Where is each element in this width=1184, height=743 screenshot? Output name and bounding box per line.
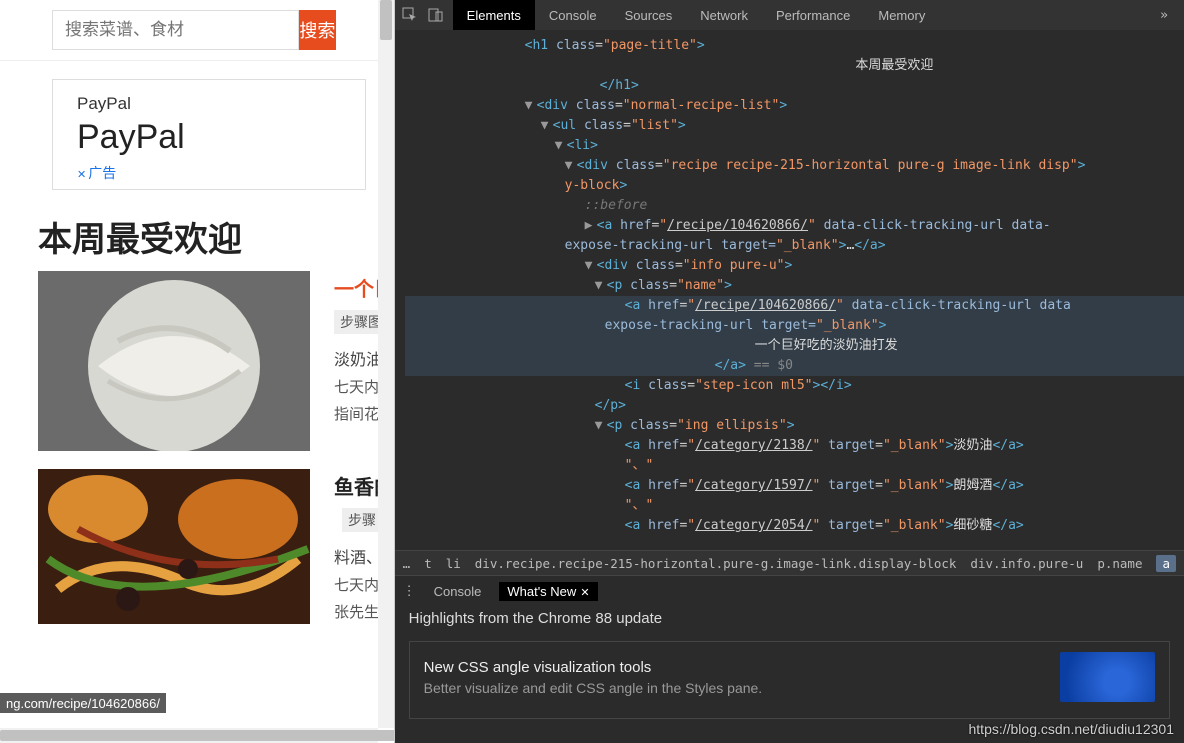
crumb[interactable]: t	[424, 556, 432, 571]
tab-sources[interactable]: Sources	[611, 0, 687, 30]
ad-brand-large: PayPal	[77, 118, 341, 157]
step-tag: 步骤	[342, 508, 382, 532]
drawer-menu-icon[interactable]: ⋮	[403, 583, 416, 599]
search-row: 搜索	[0, 0, 378, 61]
horizontal-scrollbar[interactable]	[0, 728, 378, 743]
search-input[interactable]	[52, 10, 299, 50]
tab-console[interactable]: Console	[535, 0, 611, 30]
drawer-tab-console[interactable]: Console	[426, 582, 490, 601]
crumb[interactable]: …	[403, 556, 411, 571]
devtools-panel: Elements Console Sources Network Perform…	[395, 0, 1184, 743]
more-tabs-icon[interactable]: »	[1150, 8, 1178, 23]
tab-elements[interactable]: Elements	[453, 0, 535, 30]
tab-performance[interactable]: Performance	[762, 0, 864, 30]
elements-dom-tree[interactable]: <h1 class="page-title">本周最受欢迎</h1>▼<div …	[395, 30, 1184, 550]
tab-network[interactable]: Network	[686, 0, 762, 30]
crumb[interactable]: li	[446, 556, 461, 571]
ad-tag-text: 广告	[88, 165, 116, 181]
whats-new-headline: Highlights from the Chrome 88 update	[409, 610, 1170, 627]
recipe-image[interactable]	[38, 271, 310, 451]
drawer-tabs: ⋮ Console What's New✕	[395, 576, 1184, 606]
page-title: 本周最受欢迎	[38, 212, 378, 261]
close-icon[interactable]: ✕	[580, 587, 589, 599]
crumb[interactable]: div.recipe.recipe-215-horizontal.pure-g.…	[475, 556, 957, 571]
crumb[interactable]: div.info.pure-u	[970, 556, 1083, 571]
drawer-body: Highlights from the Chrome 88 update New…	[395, 606, 1184, 729]
ad-disclosure[interactable]: ✕广告	[77, 163, 341, 183]
whats-new-card[interactable]: New CSS angle visualization tools Better…	[409, 641, 1170, 719]
recipe-image[interactable]	[38, 469, 310, 624]
card-thumbnail	[1060, 652, 1155, 702]
tab-memory[interactable]: Memory	[864, 0, 939, 30]
devtools-toolbar: Elements Console Sources Network Perform…	[395, 0, 1184, 30]
devtools-tabs: Elements Console Sources Network Perform…	[453, 0, 940, 30]
search-button[interactable]: 搜索	[299, 10, 336, 50]
card-title: New CSS angle visualization tools	[424, 659, 763, 676]
link-status-bar: ng.com/recipe/104620866/	[0, 693, 166, 713]
recipe-item-1[interactable]: 一个巨好吃的 步骤图 淡奶油、朗姆酒、 七天内 0 人做过 指间花开、	[38, 271, 378, 451]
crumb-selected[interactable]: a	[1156, 555, 1176, 572]
ad-block[interactable]: PayPal PayPal ✕广告	[52, 79, 366, 190]
recipe-item-2[interactable]: 鱼香肉丝 步骤 料酒、生抽、蚝油 七天内 6 人做过 张先生家的小厨娘	[38, 469, 378, 624]
devtools-drawer: ⋮ Console What's New✕ Highlights from th…	[395, 576, 1184, 743]
breadcrumb[interactable]: … t li div.recipe.recipe-215-horizontal.…	[395, 550, 1184, 576]
vertical-scrollbar[interactable]	[378, 0, 394, 728]
device-toolbar-icon[interactable]	[427, 6, 445, 24]
inspect-element-icon[interactable]	[401, 6, 419, 24]
crumb[interactable]: p.name	[1097, 556, 1142, 571]
ad-brand-small: PayPal	[77, 94, 341, 114]
card-subtitle: Better visualize and edit CSS angle in t…	[424, 680, 763, 696]
browser-viewport: 搜索 PayPal PayPal ✕广告 本周最受欢迎 一个巨好吃的 步骤图	[0, 0, 395, 743]
watermark: https://blog.csdn.net/diudiu12301	[969, 721, 1175, 737]
drawer-tab-whats-new[interactable]: What's New✕	[499, 582, 597, 601]
